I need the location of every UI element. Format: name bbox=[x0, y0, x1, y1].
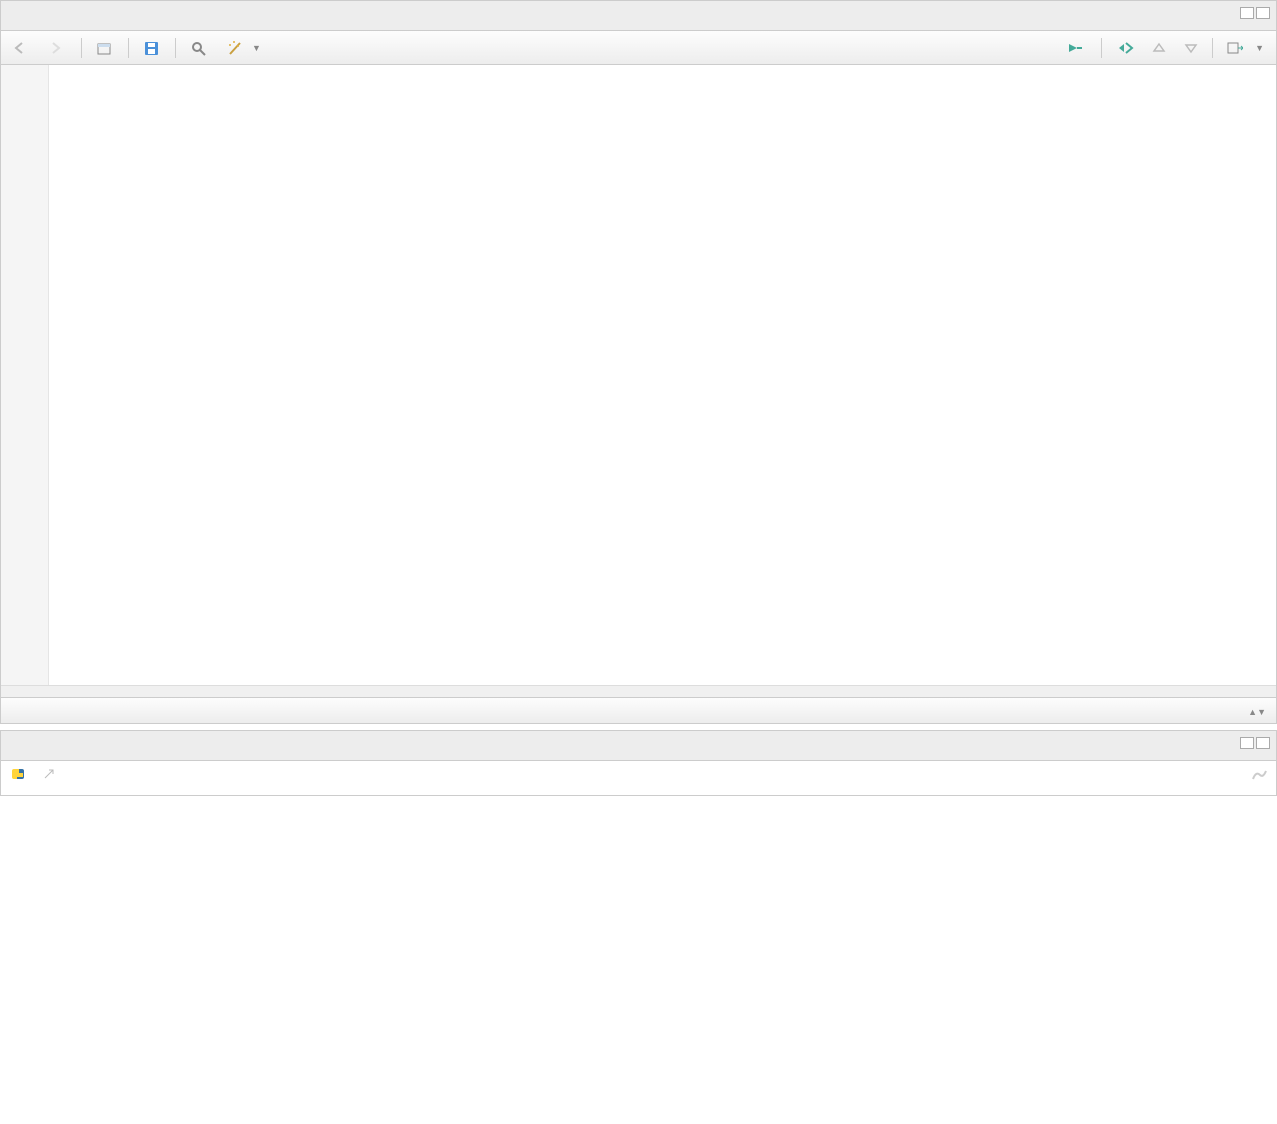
console-header bbox=[1, 761, 1276, 787]
minimize-icon[interactable] bbox=[1240, 7, 1254, 19]
editor-toolbar: ▼ ▼ bbox=[1, 31, 1276, 65]
code-area[interactable] bbox=[49, 65, 1276, 685]
section-up-icon[interactable] bbox=[1148, 39, 1170, 57]
editor-tabs bbox=[1, 1, 1276, 31]
maximize-icon[interactable] bbox=[1256, 737, 1270, 749]
editor-pane: ▼ ▼ bbox=[0, 0, 1277, 724]
run-button[interactable] bbox=[1063, 40, 1091, 56]
maximize-icon[interactable] bbox=[1256, 7, 1270, 19]
console-window-controls[interactable] bbox=[1240, 737, 1270, 749]
console-tabs bbox=[1, 731, 1276, 761]
pane-window-controls[interactable] bbox=[1240, 7, 1270, 19]
code-tools-icon[interactable]: ▼ bbox=[222, 38, 265, 58]
show-in-new-window-icon[interactable] bbox=[92, 38, 118, 58]
find-icon[interactable] bbox=[186, 38, 212, 58]
horizontal-scrollbar[interactable] bbox=[1, 685, 1276, 697]
minimize-icon[interactable] bbox=[1240, 737, 1254, 749]
rerun-icon[interactable] bbox=[1112, 39, 1138, 57]
language-selector[interactable]: ▲▼ bbox=[1248, 703, 1266, 718]
console-pane bbox=[0, 730, 1277, 796]
nav-back-icon[interactable] bbox=[9, 39, 35, 57]
clear-console-icon[interactable] bbox=[1250, 766, 1268, 782]
python-icon bbox=[9, 765, 27, 783]
code-editor[interactable] bbox=[1, 65, 1276, 685]
save-icon[interactable] bbox=[139, 38, 165, 58]
source-button[interactable]: ▼ bbox=[1223, 39, 1268, 57]
nav-forward-icon[interactable] bbox=[45, 39, 71, 57]
editor-statusbar: ▲▼ bbox=[1, 697, 1276, 723]
section-down-icon[interactable] bbox=[1180, 39, 1202, 57]
line-gutter bbox=[1, 65, 49, 685]
console-output[interactable] bbox=[1, 787, 1276, 795]
popup-icon[interactable] bbox=[43, 768, 55, 780]
